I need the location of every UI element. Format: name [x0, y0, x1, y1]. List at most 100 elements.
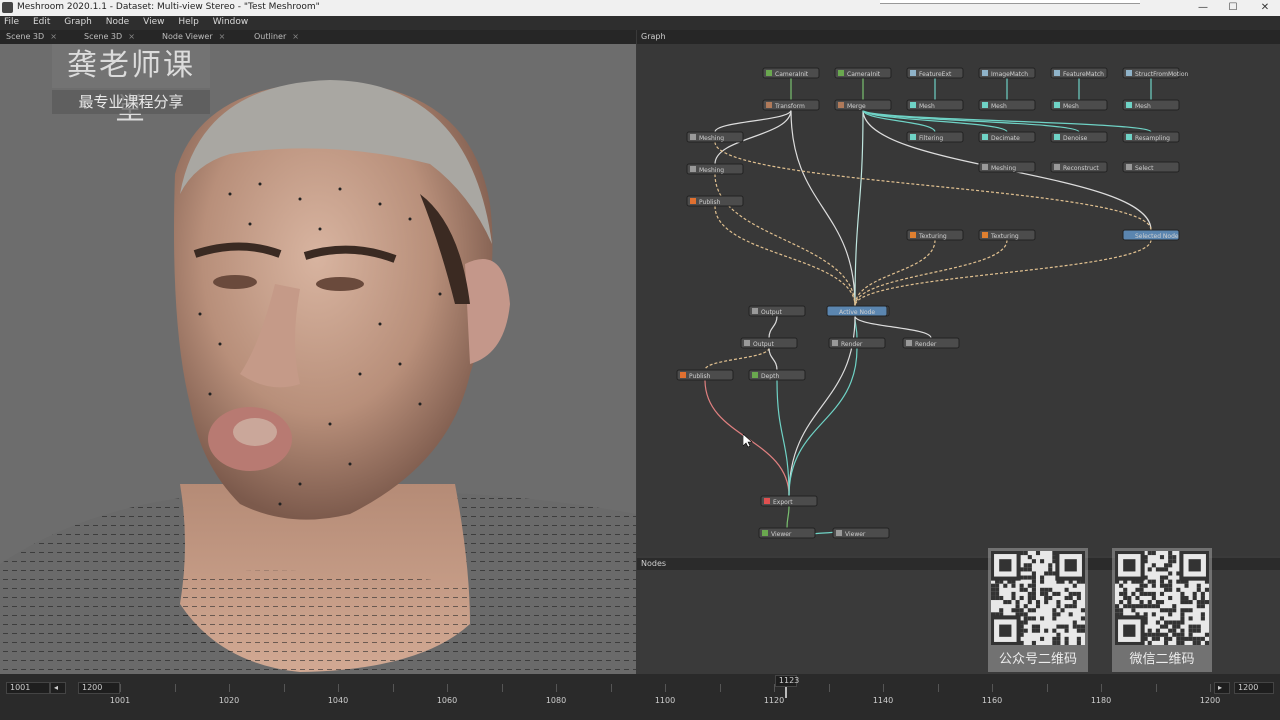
node-type-icon [762, 530, 768, 536]
graph-node[interactable]: CameraInit [762, 67, 820, 79]
graph-edge [714, 141, 1152, 231]
timeline-tick-label: 1200 [1199, 696, 1221, 705]
qr-code-wechat: 微信二维码 [1112, 548, 1212, 672]
tab-scene-3d-2[interactable]: Scene 3D × [80, 31, 139, 43]
graph-edge [714, 205, 856, 307]
close-icon[interactable]: × [128, 32, 135, 41]
window-title: Meshroom 2020.1.1 - Dataset: Multi-view … [17, 2, 320, 12]
graph-node[interactable]: Depth [748, 369, 806, 381]
graph-node-label: Meshing [699, 167, 724, 174]
node-graph-canvas[interactable]: CameraInit CameraInit FeatureExt ImageMatch… [637, 44, 1280, 556]
timeline-tick [883, 684, 884, 692]
graph-node[interactable]: Mesh [906, 99, 964, 111]
graph-node[interactable]: Selected Node [1122, 229, 1180, 241]
3d-viewport[interactable] [0, 44, 636, 674]
node-type-icon [1054, 70, 1060, 76]
graph-node[interactable]: Mesh [978, 99, 1036, 111]
graph-node[interactable]: Active Node [826, 305, 888, 317]
menu-edit[interactable]: Edit [29, 16, 57, 27]
qr-label: 公众号二维码 [998, 652, 1077, 667]
graph-node[interactable]: Publish [676, 369, 734, 381]
graph-node[interactable]: Reconstruct [1050, 161, 1108, 173]
graph-node[interactable]: Texturing [978, 229, 1036, 241]
graph-node[interactable]: Texturing [906, 229, 964, 241]
tab-label: Node Viewer [162, 32, 213, 41]
close-icon[interactable]: × [292, 32, 299, 41]
menu-view[interactable]: View [139, 16, 171, 27]
graph-node-label: Depth [761, 373, 779, 380]
graph-node[interactable]: ImageMatch [978, 67, 1036, 79]
node-type-icon [744, 340, 750, 346]
graph-node[interactable]: Render [828, 337, 886, 349]
graph-edge [790, 109, 856, 307]
menu-help[interactable]: Help [174, 16, 206, 27]
step-back-button[interactable]: ◂ [50, 682, 66, 694]
qr-label: 微信二维码 [1129, 652, 1195, 667]
close-button[interactable]: ✕ [1254, 1, 1276, 15]
tab-node-viewer[interactable]: Node Viewer × [158, 31, 229, 43]
close-icon[interactable]: × [219, 32, 226, 41]
graph-node[interactable]: Render [902, 337, 960, 349]
graph-node[interactable]: Mesh [1050, 99, 1108, 111]
minimize-button[interactable]: — [1192, 1, 1214, 15]
timeline-end-field[interactable]: 1200 [78, 682, 120, 694]
graph-node[interactable]: Resampling [1122, 131, 1180, 143]
graph-node[interactable]: StructFromMotion [1122, 67, 1188, 79]
timeline-tick-label: 1020 [218, 696, 240, 705]
graph-node-label: Texturing [990, 233, 1019, 240]
timeline-ruler[interactable]: 1123 1001 1020 1040 1060 1080 1100 1120 1140 116… [110, 675, 1220, 712]
timeline-tick-label: 1120 [763, 696, 785, 705]
graph-node[interactable]: Decimate [978, 131, 1036, 143]
graph-node[interactable]: Output [748, 305, 806, 317]
timeline-start-field[interactable]: 1001 [6, 682, 50, 694]
graph-node[interactable]: Meshing [978, 161, 1036, 173]
graph-node[interactable]: CameraInit [834, 67, 892, 79]
node-type-icon [690, 198, 696, 204]
close-icon[interactable]: × [50, 32, 57, 41]
graph-node-label: Transform [774, 103, 805, 110]
timeline-right-field[interactable]: 1200 [1234, 682, 1274, 694]
tab-label: Outliner [254, 32, 287, 41]
tab-outliner[interactable]: Outliner × [250, 31, 303, 43]
graph-node[interactable]: Transform [762, 99, 820, 111]
graph-node[interactable]: FeatureExt [906, 67, 964, 79]
graph-node[interactable]: Output [740, 337, 798, 349]
graph-node[interactable]: Publish [686, 195, 744, 207]
node-graph-editor[interactable]: CameraInit CameraInit FeatureExt ImageMatch… [637, 44, 1280, 556]
graph-node[interactable]: Export [760, 495, 818, 507]
nodes-panel-title: Nodes [641, 559, 667, 568]
graph-node-label: Meshing [991, 165, 1016, 172]
timeline-tick [774, 684, 775, 692]
menu-window[interactable]: Window [209, 16, 256, 27]
graph-node[interactable]: Meshing [686, 163, 744, 175]
node-type-icon [830, 308, 836, 314]
graph-node-label: Viewer [771, 531, 792, 538]
graph-node[interactable]: Denoise [1050, 131, 1108, 143]
watermark-title: 龚老师课堂 [52, 44, 210, 127]
maximize-button[interactable]: ☐ [1222, 1, 1244, 15]
step-forward-button[interactable]: ▸ [1214, 682, 1230, 694]
timeline-tick-label: 1040 [327, 696, 349, 705]
tab-scene-3d-1[interactable]: Scene 3D × [2, 31, 61, 43]
graph-node[interactable]: Mesh [1122, 99, 1180, 111]
app-icon [2, 2, 13, 13]
menu-graph[interactable]: Graph [60, 16, 99, 27]
timeline-tick-label: 1100 [654, 696, 676, 705]
graph-node[interactable]: Select [1122, 161, 1180, 173]
graph-node[interactable]: Filtering [906, 131, 964, 143]
timeline-tick [1046, 684, 1048, 692]
graph-node[interactable]: Merge [834, 99, 892, 111]
node-type-icon [910, 70, 916, 76]
graph-edge [854, 239, 936, 307]
graph-node[interactable]: FeatureMatch [1050, 67, 1108, 79]
graph-node-label: Mesh [1063, 103, 1079, 110]
graph-edge [768, 315, 778, 339]
graph-node[interactable]: Meshing [686, 131, 744, 143]
menu-file[interactable]: File [0, 16, 26, 27]
timeline[interactable]: 1001 ◂ 1200 1123 1001 1020 1040 1060 1080 110… [0, 674, 1280, 720]
graph-node[interactable]: Viewer [832, 527, 890, 539]
graph-node-label: FeatureMatch [1063, 71, 1104, 78]
graph-node[interactable]: Viewer [758, 527, 816, 539]
menu-node[interactable]: Node [102, 16, 137, 27]
node-type-icon [982, 164, 988, 170]
